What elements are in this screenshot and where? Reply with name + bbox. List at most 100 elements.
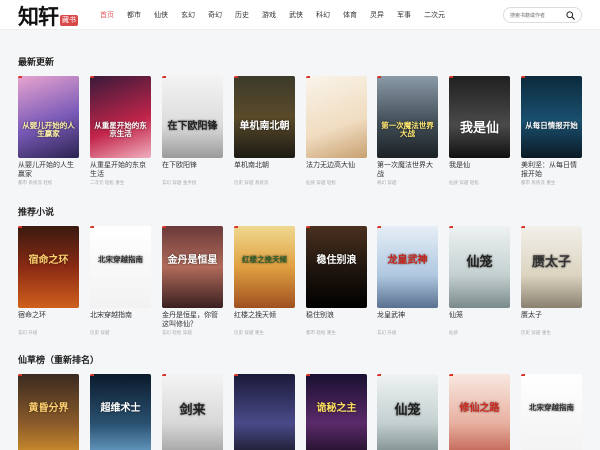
book-title[interactable]: 赝太子: [521, 311, 582, 329]
book-cover[interactable]: 第一次魔法世界大战: [377, 76, 438, 158]
book-tags: 玄幻 轻松 穿越: [162, 331, 192, 336]
book-card[interactable]: 黄昏分界: [18, 374, 79, 450]
nav-item-12[interactable]: 二次元: [424, 0, 445, 30]
book-cover[interactable]: 诡秘之主: [306, 374, 367, 450]
book-title[interactable]: 龙皇武神: [377, 311, 438, 329]
nav-item-0[interactable]: 首页: [100, 0, 114, 30]
book-card[interactable]: 我是仙 我是仙 仙侠 穿越 轻松: [449, 76, 510, 186]
cover-title-art: 黄昏分界: [28, 403, 69, 414]
search-input[interactable]: [510, 10, 562, 21]
book-card[interactable]: 北宋穿越指南: [521, 374, 582, 450]
book-cover[interactable]: 从每日情报开始: [521, 76, 582, 158]
book-title[interactable]: 从婴儿开始的人生赢家: [18, 161, 79, 179]
book-card[interactable]: 法力无边高大仙 仙侠 穿越 轻松: [306, 76, 367, 186]
book-card[interactable]: [234, 374, 295, 450]
book-title[interactable]: 北宋穿越指南: [90, 311, 151, 329]
book-cover[interactable]: 北宋穿越指南: [521, 374, 582, 450]
book-title[interactable]: 金丹是恒星，你管这叫修仙？: [162, 311, 223, 329]
cover-title-art: 剑来: [179, 403, 206, 418]
book-card[interactable]: 龙皇武神 龙皇武神 玄幻 升级: [377, 226, 438, 336]
book-card[interactable]: 稳住别浪 稳住别浪 都市 轻松 重生: [306, 226, 367, 336]
nav-item-7[interactable]: 武侠: [289, 0, 303, 30]
book-card[interactable]: 从婴儿开始的人生赢家 从婴儿开始的人生赢家 都市 系统流 轻松: [18, 76, 79, 186]
book-cover[interactable]: 红楼之挽天倾: [234, 226, 295, 308]
search-box[interactable]: [503, 7, 582, 23]
book-card[interactable]: 单机南北朝 单机南北朝 历史 穿越 系统流: [234, 76, 295, 186]
book-cover[interactable]: 仙笼: [449, 226, 510, 308]
book-cover[interactable]: 超维术士: [90, 374, 151, 450]
book-cover[interactable]: 稳住别浪: [306, 226, 367, 308]
book-card[interactable]: 诡秘之主: [306, 374, 367, 450]
nav-item-6[interactable]: 游戏: [262, 0, 276, 30]
book-tags: 玄幻 穿越 金手指: [162, 181, 197, 186]
nav-item-3[interactable]: 玄幻: [181, 0, 195, 30]
book-title[interactable]: 宿命之环: [18, 311, 79, 329]
book-title[interactable]: 在下欧阳锋: [162, 161, 223, 179]
book-card[interactable]: 从重星开始的东京生活 从重星开始的东京生活 二次元 轻松 重生: [90, 76, 151, 186]
section-title-latest: 最新更新: [18, 58, 55, 68]
book-title[interactable]: 仙笼: [449, 311, 510, 329]
book-title[interactable]: 法力无边高大仙: [306, 161, 367, 179]
book-card[interactable]: 仙笼: [377, 374, 438, 450]
book-title[interactable]: 从重星开始的东京生活: [90, 161, 151, 179]
book-card[interactable]: 宿命之环 宿命之环 玄幻 升级: [18, 226, 79, 336]
book-title[interactable]: 红楼之挽天倾: [234, 311, 295, 329]
book-card[interactable]: 剑来: [162, 374, 223, 450]
book-title[interactable]: 稳住别浪: [306, 311, 367, 329]
book-title[interactable]: 第一次魔法世界大战: [377, 161, 438, 179]
book-cover[interactable]: 从重星开始的东京生活: [90, 76, 151, 158]
cover-badge: [306, 226, 310, 228]
search-icon[interactable]: [566, 11, 575, 20]
book-cover[interactable]: 我是仙: [449, 76, 510, 158]
book-cover[interactable]: 宿命之环: [18, 226, 79, 308]
cover-badge: [162, 226, 166, 228]
nav-item-10[interactable]: 灵异: [370, 0, 384, 30]
book-card[interactable]: 在下欧阳锋 在下欧阳锋 玄幻 穿越 金手指: [162, 76, 223, 186]
book-row-latest: 从婴儿开始的人生赢家 从婴儿开始的人生赢家 都市 系统流 轻松 从重星开始的东京生活从…: [18, 76, 584, 186]
cover-badge: [377, 226, 381, 228]
cover-title-art: 龙皇武神: [387, 255, 428, 266]
book-card[interactable]: 仙笼 仙笼 仙侠: [449, 226, 510, 336]
book-cover[interactable]: 从婴儿开始的人生赢家: [18, 76, 79, 158]
cover-title-art: 在下欧阳锋: [167, 121, 218, 132]
book-row-recommended: 宿命之环 宿命之环 玄幻 升级 北宋穿越指南 北宋穿越指南 历史 穿越 金丹是恒星 金丹是恒星…: [18, 226, 584, 336]
nav-item-9[interactable]: 体育: [343, 0, 357, 30]
nav-item-4[interactable]: 奇幻: [208, 0, 222, 30]
nav-item-8[interactable]: 科幻: [316, 0, 330, 30]
nav-item-2[interactable]: 仙侠: [154, 0, 168, 30]
cover-badge: [377, 374, 381, 376]
book-title[interactable]: 我是仙: [449, 161, 510, 179]
cover-badge: [90, 76, 94, 78]
book-cover[interactable]: 北宋穿越指南: [90, 226, 151, 308]
nav-item-1[interactable]: 都市: [127, 0, 141, 30]
book-cover[interactable]: 单机南北朝: [234, 76, 295, 158]
book-cover[interactable]: [306, 76, 367, 158]
book-card[interactable]: 第一次魔法世界大战 第一次魔法世界大战 奇幻 穿越: [377, 76, 438, 186]
book-cover[interactable]: 赝太子: [521, 226, 582, 308]
book-card[interactable]: 红楼之挽天倾 红楼之挽天倾 历史 穿越 重生: [234, 226, 295, 336]
book-card[interactable]: 金丹是恒星金丹是恒星，你管这叫修仙？ 玄幻 轻松 穿越: [162, 226, 223, 336]
cover-badge: [234, 76, 238, 78]
book-title[interactable]: 美利坚：从每日情报开始: [521, 161, 582, 179]
book-cover[interactable]: 黄昏分界: [18, 374, 79, 450]
book-tags: 历史 穿越: [90, 331, 110, 336]
book-card[interactable]: 赝太子 赝太子 历史 穿越 重生: [521, 226, 582, 336]
cover-badge: [162, 76, 166, 78]
book-cover[interactable]: 仙笼: [377, 374, 438, 450]
book-cover[interactable]: 在下欧阳锋: [162, 76, 223, 158]
nav-item-11[interactable]: 军事: [397, 0, 411, 30]
book-cover[interactable]: 龙皇武神: [377, 226, 438, 308]
book-card[interactable]: 超维术士: [90, 374, 151, 450]
book-cover[interactable]: 修仙之路: [449, 374, 510, 450]
cover-title-art: 修仙之路: [459, 403, 500, 414]
book-cover[interactable]: [234, 374, 295, 450]
book-cover[interactable]: 金丹是恒星: [162, 226, 223, 308]
book-card[interactable]: 修仙之路: [449, 374, 510, 450]
book-title[interactable]: 单机南北朝: [234, 161, 295, 179]
book-cover[interactable]: 剑来: [162, 374, 223, 450]
cover-badge: [18, 76, 22, 78]
book-card[interactable]: 从每日情报开始 美利坚：从每日情报开始 都市 系统流 重生: [521, 76, 582, 186]
site-logo[interactable]: 知轩 藏书: [18, 4, 78, 28]
nav-item-5[interactable]: 历史: [235, 0, 249, 30]
book-card[interactable]: 北宋穿越指南 北宋穿越指南 历史 穿越: [90, 226, 151, 336]
